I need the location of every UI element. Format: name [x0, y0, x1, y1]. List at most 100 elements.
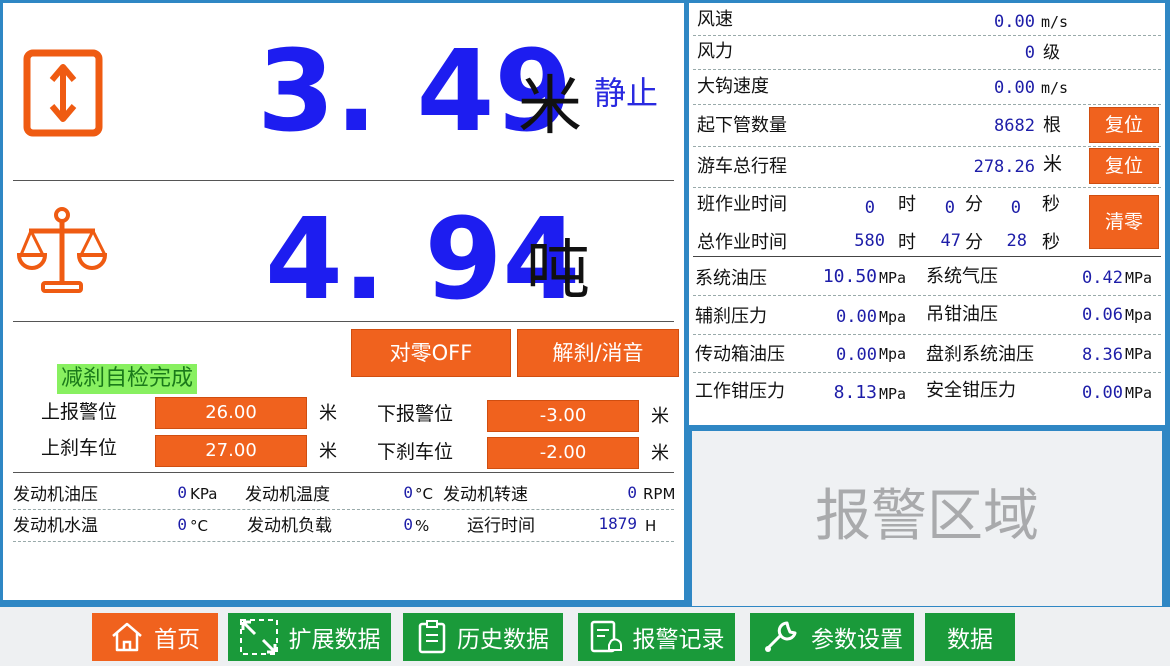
pressure-unit: Mpa — [879, 308, 907, 326]
wind-force-unit: 级 — [1043, 43, 1060, 63]
total-minutes-value: 47 — [940, 231, 961, 251]
engine-rpm-value: 0 — [627, 483, 637, 502]
clipboard-icon — [418, 620, 446, 654]
pressure-unit: MPa — [1125, 269, 1153, 287]
pressure-label: 传动箱油压 — [695, 344, 785, 365]
wind-force-label: 风力 — [697, 41, 733, 62]
engine-water-unit: °C — [190, 517, 208, 535]
pressure-label: 安全钳压力 — [926, 380, 1016, 401]
total-hours-unit: 时 — [898, 232, 916, 253]
pressure-label: 辅刹压力 — [695, 306, 767, 327]
divider — [693, 372, 1161, 373]
lower-alarm-unit: 米 — [651, 406, 669, 427]
shift-hours-value: 0 — [864, 198, 875, 218]
engine-temp-label: 发动机温度 — [245, 485, 330, 505]
shift-hours-unit: 时 — [898, 194, 916, 215]
pressure-unit: MPa — [1125, 384, 1153, 402]
upper-alarm-field[interactable]: 26.00 — [155, 397, 307, 429]
divider — [693, 295, 1161, 296]
nav-history-data[interactable]: 历史数据 — [403, 613, 563, 661]
nav-alarm-records[interactable]: 报警记录 — [578, 613, 735, 661]
nav-data-label: 数据 — [947, 627, 993, 653]
total-hours-value: 580 — [854, 231, 885, 251]
wind-force-value: 0 — [1024, 43, 1035, 63]
nav-parameter-settings[interactable]: 参数设置 — [750, 613, 914, 661]
engine-load-value: 0 — [403, 515, 413, 534]
nav-history-data-label: 历史数据 — [457, 627, 549, 653]
reset-pipe-count-button[interactable]: 复位 — [1089, 107, 1159, 143]
clear-time-button[interactable]: 清零 — [1089, 195, 1159, 249]
total-seconds-value: 28 — [1006, 231, 1027, 251]
weight-unit: 吨 — [526, 234, 590, 308]
unbrake-mute-button[interactable]: 解刹/消音 — [517, 329, 679, 377]
runtime-unit: H — [645, 517, 657, 535]
alarm-area: 报警区域 — [692, 431, 1162, 606]
pressure-label: 工作钳压力 — [695, 381, 785, 402]
expand-icon — [239, 619, 278, 655]
divider — [693, 187, 1161, 188]
main-panel: 3. 49 米 静止 4. 94 吨 对零OFF 解刹/消音 减刹自检完成 上报… — [3, 3, 684, 600]
pressure-label: 吊钳油压 — [926, 304, 998, 325]
reset-travel-button[interactable]: 复位 — [1089, 148, 1159, 184]
nav-home[interactable]: 首页 — [92, 613, 218, 661]
travel-total-label: 游车总行程 — [697, 156, 787, 177]
lower-alarm-field[interactable]: -3.00 — [487, 400, 639, 432]
wrench-icon — [765, 621, 797, 652]
pressure-value: 0.06 — [1082, 305, 1123, 325]
divider — [693, 69, 1161, 70]
divider — [13, 321, 674, 322]
pressure-value: 8.13 — [833, 382, 877, 403]
lower-brake-field[interactable]: -2.00 — [487, 437, 639, 469]
engine-rpm-label: 发动机转速 — [443, 485, 528, 505]
shift-seconds-value: 0 — [1010, 198, 1021, 218]
pressure-label: 系统油压 — [695, 268, 767, 289]
pressure-unit: MPa — [1125, 345, 1153, 363]
upper-alarm-unit: 米 — [319, 403, 337, 424]
zero-toggle-button[interactable]: 对零OFF — [351, 329, 511, 377]
total-time-label: 总作业时间 — [697, 232, 787, 253]
lower-alarm-label: 下报警位 — [377, 403, 454, 425]
pipe-count-label: 起下管数量 — [697, 115, 787, 136]
engine-rpm-unit: RPM — [643, 485, 676, 503]
upper-brake-label: 上刹车位 — [41, 437, 118, 459]
upper-brake-unit: 米 — [319, 441, 337, 462]
pipe-count-unit: 根 — [1043, 115, 1061, 136]
pressure-value: 10.50 — [822, 266, 877, 287]
upper-brake-field[interactable]: 27.00 — [155, 435, 307, 467]
pressure-unit: Mpa — [879, 345, 907, 363]
divider — [13, 541, 674, 542]
travel-total-value: 278.26 — [973, 157, 1035, 177]
home-icon — [112, 622, 142, 652]
nav-home-label: 首页 — [154, 627, 200, 653]
motion-status: 静止 — [594, 74, 659, 112]
divider — [693, 256, 1161, 257]
pressure-value: 0.42 — [1082, 268, 1123, 288]
wind-speed-unit: m/s — [1041, 13, 1069, 31]
pressure-unit: MPa — [879, 385, 907, 403]
engine-load-unit: % — [415, 517, 430, 535]
nav-alarm-records-label: 报警记录 — [632, 627, 725, 653]
pressure-value: 0.00 — [1082, 383, 1123, 403]
pressure-unit: Mpa — [1125, 306, 1153, 324]
total-minutes-unit: 分 — [965, 232, 983, 253]
shift-minutes-unit: 分 — [965, 194, 983, 215]
wind-speed-value: 0.00 — [994, 12, 1035, 32]
engine-water-label: 发动机水温 — [13, 516, 98, 536]
shift-seconds-unit: 秒 — [1042, 194, 1060, 215]
runtime-label: 运行时间 — [467, 516, 535, 536]
divider — [693, 146, 1161, 147]
nav-data[interactable]: 数据 — [925, 613, 1015, 661]
shift-time-label: 班作业时间 — [697, 194, 787, 215]
pressure-unit: MPa — [879, 269, 907, 287]
nav-extended-data[interactable]: 扩展数据 — [228, 613, 391, 661]
lower-brake-label: 下刹车位 — [377, 441, 454, 463]
pressure-value: 8.36 — [1082, 345, 1123, 365]
brake-check-status: 减刹自检完成 — [57, 364, 198, 394]
engine-water-value: 0 — [177, 515, 187, 534]
pressure-value: 0.00 — [836, 307, 877, 327]
divider — [693, 35, 1161, 36]
lower-brake-unit: 米 — [651, 443, 669, 464]
nav-parameter-settings-label: 参数设置 — [811, 627, 903, 653]
pressure-value: 0.00 — [836, 345, 877, 365]
engine-oil-label: 发动机油压 — [13, 485, 98, 505]
